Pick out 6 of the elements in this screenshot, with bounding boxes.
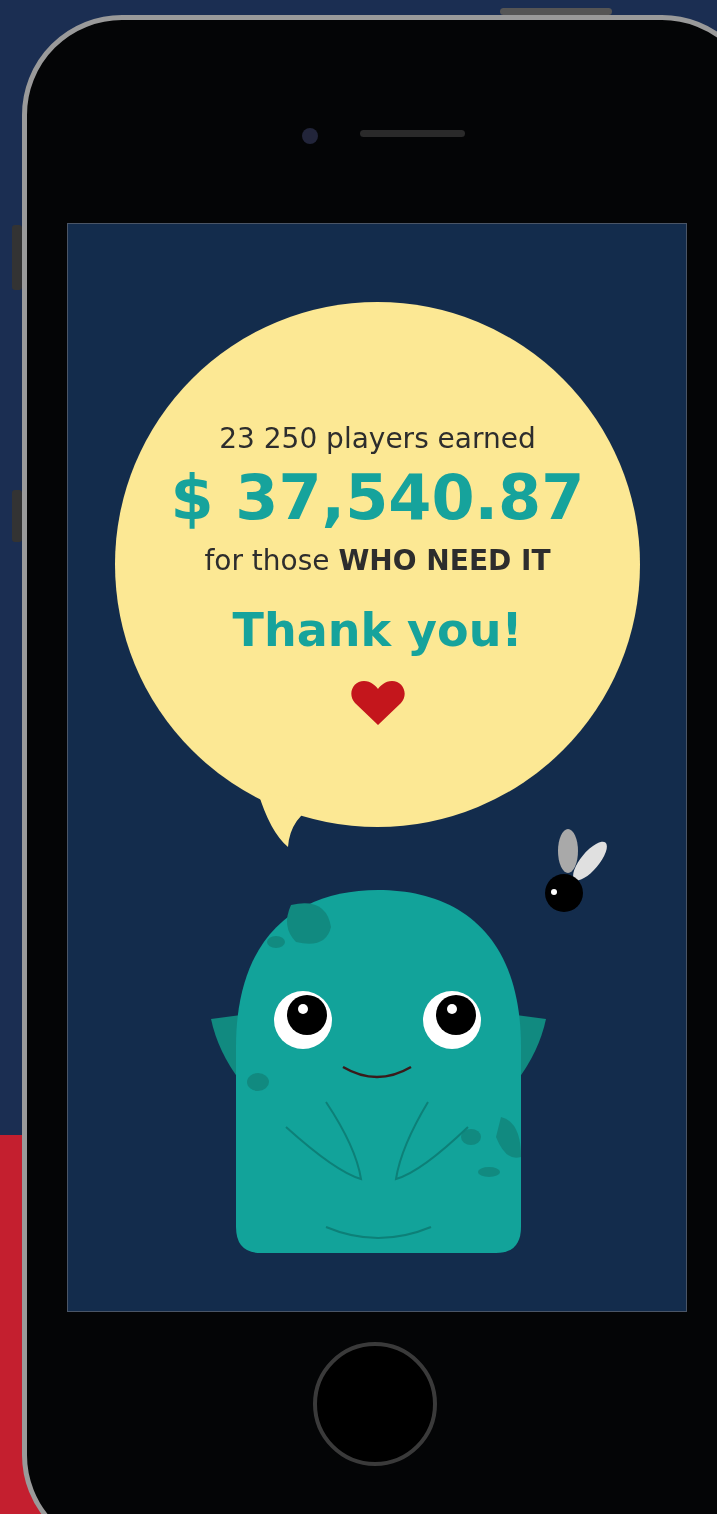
thank-you-text: Thank you! [232, 603, 523, 657]
players-text: 23 250 players earned [219, 422, 536, 455]
need-text: for those WHO NEED IT [204, 544, 551, 577]
camera-icon [302, 128, 318, 144]
amount-text: $ 37,540.87 [170, 461, 585, 534]
heart-icon [349, 679, 406, 727]
